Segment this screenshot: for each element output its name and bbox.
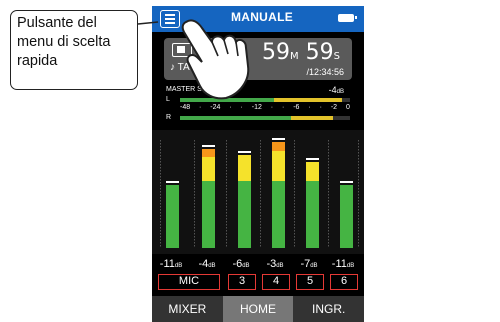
peak-marker (238, 151, 251, 154)
hand-pointer-icon (181, 19, 250, 100)
quick-menu-button[interactable] (160, 10, 180, 28)
meter-yellow-segment (306, 161, 319, 182)
meter-scale-tick: -2 (330, 104, 338, 111)
battery-icon (338, 14, 357, 22)
level-unit: dB (310, 263, 318, 269)
channel-level-1: -11dB (154, 258, 188, 270)
meter-scale-tick: · (308, 104, 311, 111)
channel-chip-3[interactable]: 3 (228, 274, 256, 290)
meter-green-segment (238, 181, 251, 248)
meter-divider (328, 140, 329, 248)
meter-yellow-segment (202, 157, 215, 182)
level-value: -6 (232, 258, 243, 270)
channel-level-6: -11dB (326, 258, 360, 270)
peak-marker (202, 144, 215, 147)
peak-unit: dB (336, 89, 344, 95)
peak-marker (272, 138, 285, 141)
channel-r-label: R (166, 114, 172, 121)
level-value: -4 (198, 258, 209, 270)
seconds-unit: S (333, 51, 340, 62)
meter-orange-segment (202, 148, 215, 158)
meter-r-green (180, 116, 291, 120)
level-value: -7 (300, 258, 311, 270)
meter-yellow-segment (272, 150, 285, 182)
meter-green-segment (306, 181, 319, 248)
channel-meter-5 (306, 140, 319, 248)
total-time: /12:34:56 (306, 67, 344, 77)
channel-meter-3 (238, 140, 251, 248)
channel-chip-1[interactable]: MIC (158, 274, 220, 290)
meter-green-segment (202, 181, 215, 248)
tab-mixer[interactable]: MIXER (152, 296, 223, 322)
peak-value: -4 (328, 85, 337, 95)
meter-green-segment (166, 185, 179, 248)
meter-r-bar (180, 116, 350, 120)
channel-chip-5[interactable]: 5 (296, 274, 324, 290)
meter-divider (160, 140, 161, 248)
meter-scale-tick: -6 (293, 104, 300, 111)
meter-l-yellow (273, 98, 342, 102)
meter-yellow-segment (238, 155, 251, 182)
meter-green-segment (340, 185, 353, 248)
meter-scale-tick: · (319, 104, 322, 111)
channel-level-4: -3dB (258, 258, 292, 270)
minutes-unit: M (290, 51, 299, 62)
channel-meters (152, 130, 364, 254)
level-unit: dB (174, 263, 183, 269)
tab-ingr[interactable]: INGR. (293, 296, 364, 322)
meter-divider (358, 140, 359, 248)
meter-divider (260, 140, 261, 248)
level-value: -3 (266, 258, 277, 270)
meter-divider (294, 140, 295, 248)
level-value: -11 (159, 258, 175, 270)
channel-levels: -11dB -4dB -6dB -3dB -7dB -11dB (152, 258, 364, 272)
meter-green-segment (272, 181, 285, 248)
meter-orange-segment (272, 142, 285, 151)
meter-scale-tick: · (270, 104, 274, 111)
meter-divider (194, 140, 195, 248)
level-unit: dB (242, 263, 250, 269)
meter-scale-tick: 0 (345, 104, 350, 111)
meter-divider (226, 140, 227, 248)
peak-marker (306, 157, 319, 160)
channel-meter-1 (166, 140, 179, 248)
channel-level-2: -4dB (190, 258, 224, 270)
level-value: -11 (331, 258, 347, 270)
remaining-time: 59M 59S (262, 40, 340, 65)
channel-meter-2 (202, 140, 215, 248)
channel-meter-6 (340, 140, 353, 248)
channel-level-5: -7dB (292, 258, 326, 270)
level-unit: dB (208, 263, 216, 269)
callout-label: Pulsante del menu di scelta rapida (10, 10, 138, 90)
channel-l-label: L (166, 96, 170, 103)
channel-selectors: MIC 3 4 5 6 (152, 274, 364, 290)
peak-marker (340, 181, 353, 184)
meter-scale-tick: · (281, 104, 285, 111)
channel-level-3: -6dB (224, 258, 258, 270)
peak-marker (166, 181, 179, 184)
tab-home[interactable]: HOME (222, 296, 294, 322)
level-unit: dB (276, 263, 284, 269)
master-peak: -4dB (329, 85, 344, 95)
level-unit: dB (346, 263, 355, 269)
seconds-value: 59 (305, 40, 334, 65)
meter-r-yellow (290, 116, 333, 120)
channel-chip-6[interactable]: 6 (330, 274, 358, 290)
channel-meter-4 (272, 138, 285, 248)
bottom-tabs: MIXER HOME INGR. (152, 296, 364, 322)
channel-chip-4[interactable]: 4 (262, 274, 290, 290)
